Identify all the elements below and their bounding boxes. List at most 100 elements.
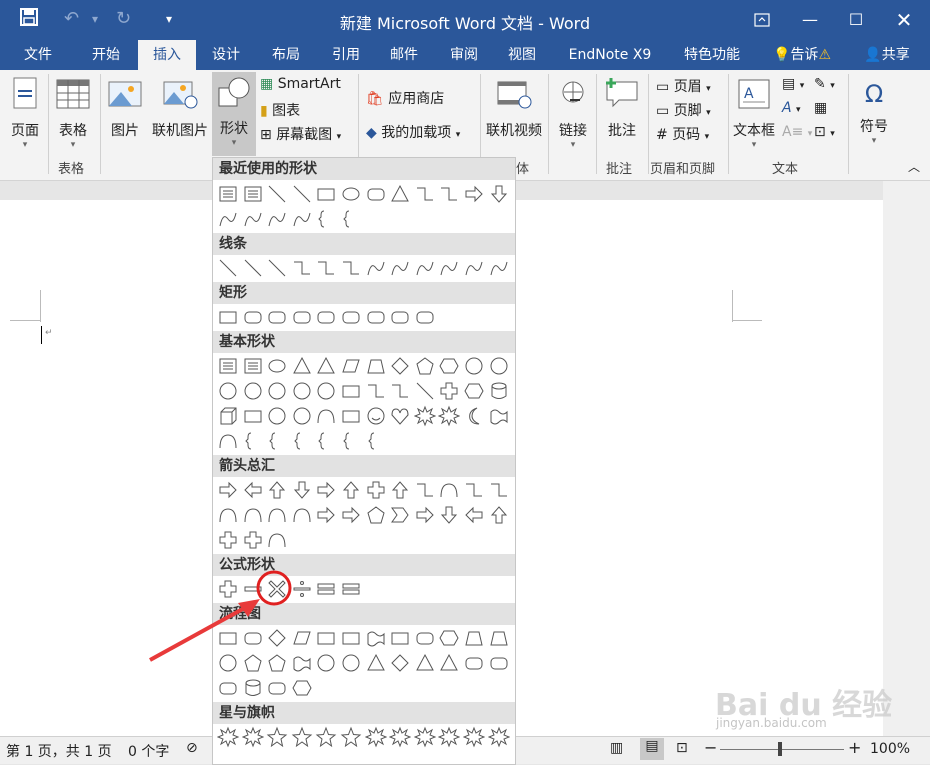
equal-shape-icon[interactable] [315,578,337,600]
curve-shape-icon[interactable] [488,257,510,279]
moon-shape-icon[interactable] [463,405,485,427]
line-shape-icon[interactable] [266,183,288,205]
brace-shape-icon[interactable] [340,208,362,230]
elbow-shape-icon[interactable] [438,183,460,205]
heart-shape-icon[interactable] [389,405,411,427]
circle-shape-icon[interactable] [488,355,510,377]
equal-shape-icon[interactable] [340,578,362,600]
wave-shape-icon[interactable] [365,627,387,649]
round-shape-icon[interactable] [217,677,239,699]
rect-shape-icon[interactable] [340,380,362,402]
arrowU-shape-icon[interactable] [266,479,288,501]
close-icon[interactable]: ✕ [884,6,924,34]
cube-shape-icon[interactable] [217,405,239,427]
page-count[interactable]: 第 1 页，共 1 页 [6,741,112,761]
elbow-shape-icon[interactable] [414,479,436,501]
brace-shape-icon[interactable] [365,430,387,452]
zoom-slider-thumb[interactable] [778,742,782,756]
line-shape-icon[interactable] [414,380,436,402]
round-shape-icon[interactable] [488,652,510,674]
zoom-slider[interactable] [720,749,844,750]
circle-shape-icon[interactable] [291,380,313,402]
brace-shape-icon[interactable] [340,430,362,452]
para-shape-icon[interactable] [340,355,362,377]
curve-shape-icon[interactable] [463,257,485,279]
trap-shape-icon[interactable] [365,355,387,377]
collapse-ribbon-icon[interactable]: ︿ [908,158,920,175]
undo-icon[interactable]: ↶ [64,8,79,29]
rect-shape-icon[interactable] [340,405,362,427]
hexa-shape-icon[interactable] [438,627,460,649]
rect-shape-icon[interactable] [389,627,411,649]
proofing-icon[interactable]: ⊘ [186,740,198,756]
tri-shape-icon[interactable] [291,355,313,377]
page-button[interactable]: 页面 ▾ [4,74,46,150]
circle-shape-icon[interactable] [463,355,485,377]
smartart-button[interactable]: ▦ SmartArt [260,76,341,92]
arc-shape-icon[interactable] [291,504,313,526]
tab-endnote[interactable]: EndNote X9 [560,40,660,70]
page-number-button[interactable]: # 页码 ▾ [656,124,709,144]
round-shape-icon[interactable] [389,306,411,328]
arrowU-shape-icon[interactable] [340,479,362,501]
undo-dropdown-icon[interactable]: ▾ [92,12,98,26]
trap-shape-icon[interactable] [463,627,485,649]
customize-qat-icon[interactable]: ▾ [166,12,172,26]
read-mode-icon[interactable]: ▥ [610,740,623,756]
elbow-shape-icon[interactable] [340,257,362,279]
star-shape-icon[interactable] [340,726,362,748]
tab-file[interactable]: 文件 [10,40,66,70]
smile-shape-icon[interactable] [365,405,387,427]
circle-shape-icon[interactable] [266,380,288,402]
circle-shape-icon[interactable] [266,405,288,427]
vertical-scrollbar[interactable] [883,181,930,736]
curve-shape-icon[interactable] [266,208,288,230]
arrowR-shape-icon[interactable] [463,183,485,205]
tri-shape-icon[interactable] [414,652,436,674]
arrowR-shape-icon[interactable] [315,504,337,526]
word-count[interactable]: 0 个字 [128,741,169,761]
round-shape-icon[interactable] [463,652,485,674]
curve-shape-icon[interactable] [365,257,387,279]
link-button[interactable]: 链接 ▾ [552,74,594,150]
screenshot-button[interactable]: ⊞ 屏幕截图 ▾ [260,124,341,144]
curve-shape-icon[interactable] [389,257,411,279]
quick-parts-icon[interactable]: ▤ ▾ [782,76,804,92]
star-shape-icon[interactable] [315,726,337,748]
tri-shape-icon[interactable] [315,355,337,377]
burst-shape-icon[interactable] [364,726,387,748]
arrowD-shape-icon[interactable] [488,183,510,205]
burst-shape-icon[interactable] [413,726,436,748]
burst-shape-icon[interactable] [241,726,264,748]
date-time-icon[interactable]: ▦ [814,100,827,116]
arrowU-shape-icon[interactable] [488,504,510,526]
tab-review[interactable]: 审阅 [436,40,492,70]
footer-button[interactable]: ▭ 页脚 ▾ [656,100,711,120]
burst-shape-icon[interactable] [389,726,412,748]
arrowR-shape-icon[interactable] [340,504,362,526]
textbox-shape-icon[interactable] [242,183,264,205]
round-shape-icon[interactable] [266,677,288,699]
online-video-button[interactable]: 联机视频 [482,74,546,148]
line-shape-icon[interactable] [266,257,288,279]
round-shape-icon[interactable] [414,627,436,649]
my-addins-button[interactable]: ◆ 我的加载项 ▾ [366,122,460,142]
redo-icon[interactable]: ↻ [116,8,131,29]
plus-shape-icon[interactable] [242,529,264,551]
textbox-shape-icon[interactable] [217,183,239,205]
trap-shape-icon[interactable] [488,627,510,649]
arrowR-shape-icon[interactable] [217,479,239,501]
arrowL-shape-icon[interactable] [242,479,264,501]
textbox-button[interactable]: A 文本框 ▾ [730,74,778,150]
tab-home[interactable]: 开始 [78,40,134,70]
circle-shape-icon[interactable] [315,652,337,674]
line-shape-icon[interactable] [291,183,313,205]
tab-references[interactable]: 引用 [318,40,374,70]
textbox-shape-icon[interactable] [217,355,239,377]
diamond-shape-icon[interactable] [389,652,411,674]
arc-shape-icon[interactable] [266,504,288,526]
rect-shape-icon[interactable] [315,183,337,205]
store-button[interactable]: 🛍 应用商店 [366,88,444,108]
tell-me-button[interactable]: 💡告诉⚠ [762,40,842,70]
arrowD-shape-icon[interactable] [438,504,460,526]
